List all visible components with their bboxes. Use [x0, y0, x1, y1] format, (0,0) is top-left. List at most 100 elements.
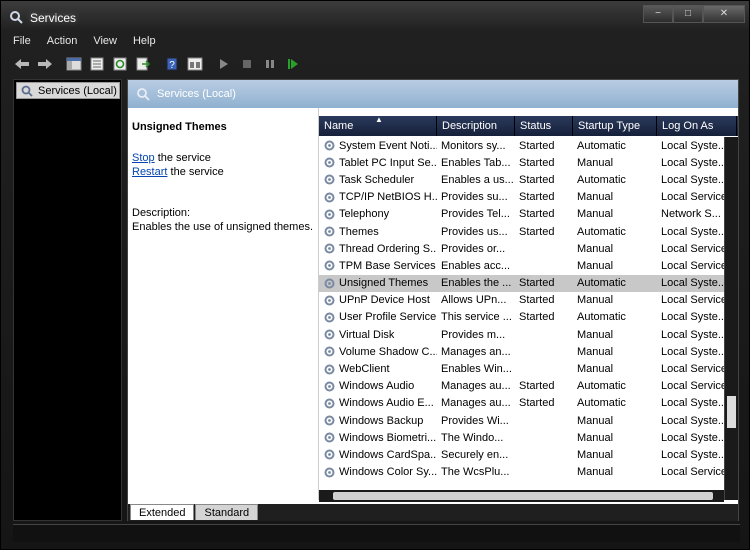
- service-row[interactable]: Unsigned Themes Enables the ... Started Aut…: [319, 274, 724, 292]
- description-text: Enables the use of unsigned themes.: [132, 221, 314, 233]
- service-description: The WcsPlu...: [441, 466, 510, 479]
- service-name-cell: UPnP Device Host: [319, 294, 437, 307]
- service-log-on-as: Local Syste...: [661, 277, 724, 290]
- service-row[interactable]: Windows Audio Manages au... Started Automat…: [319, 378, 724, 395]
- properties-icon[interactable]: [88, 56, 106, 72]
- restart-icon[interactable]: [284, 56, 302, 72]
- service-name-cell: Themes: [319, 225, 437, 238]
- service-name-cell: Tablet PC Input Se...: [319, 156, 437, 169]
- pause-icon[interactable]: [261, 56, 279, 72]
- service-gear-icon: [324, 432, 335, 443]
- close-button[interactable]: ✕: [703, 5, 745, 23]
- service-log-on-as: Local Service: [661, 294, 724, 307]
- service-status: Started: [519, 225, 555, 238]
- service-gear-icon: [324, 415, 335, 426]
- service-log-on-as: Local Service: [661, 191, 724, 204]
- service-row[interactable]: Windows Biometri... The Windo... Manual Loc…: [319, 429, 724, 446]
- forward-icon[interactable]: [36, 56, 54, 72]
- service-row[interactable]: Task Scheduler Enables a us... Started Auto…: [319, 171, 724, 188]
- column-header-name[interactable]: ▲ Name: [319, 116, 437, 136]
- service-description: Provides Wi...: [441, 414, 509, 427]
- service-name: UPnP Device Host: [339, 294, 430, 307]
- service-row[interactable]: Windows Color Sy... The WcsPlu... Manual Lo…: [319, 464, 724, 481]
- service-row[interactable]: Thread Ordering S... Provides or... Manual…: [319, 240, 724, 257]
- start-icon[interactable]: [215, 56, 233, 72]
- service-status: Started: [519, 139, 555, 152]
- service-row[interactable]: Themes Provides us... Started Automatic Loca…: [319, 223, 724, 240]
- service-description: Provides su...: [441, 191, 508, 204]
- service-row[interactable]: Virtual Disk Provides m... Manual Local Sys…: [319, 326, 724, 343]
- service-name: Task Scheduler: [339, 173, 415, 186]
- horizontal-scroll-thumb[interactable]: [333, 492, 713, 500]
- stop-service-link[interactable]: Stop: [132, 152, 155, 164]
- service-log-on-as: Local Service: [661, 380, 724, 393]
- column-header-startup-type[interactable]: Startup Type: [573, 116, 657, 136]
- help-icon[interactable]: ?: [163, 56, 181, 72]
- service-description: The Windo...: [441, 431, 504, 444]
- tab-extended[interactable]: Extended: [130, 504, 195, 520]
- menu-file[interactable]: File: [13, 35, 31, 51]
- panel-header: Services (Local): [128, 80, 738, 108]
- service-name-cell: Windows Audio: [319, 380, 437, 393]
- service-description: Enables Tab...: [441, 156, 511, 169]
- title-bar[interactable]: Services − □ ✕: [1, 1, 750, 33]
- service-row[interactable]: UPnP Device Host Allows UPn... Started Manu…: [319, 292, 724, 309]
- service-log-on-as: Local Syste...: [661, 139, 724, 152]
- service-description: Provides Tel...: [441, 208, 510, 221]
- service-name: Unsigned Themes: [339, 277, 429, 290]
- tab-standard[interactable]: Standard: [195, 504, 259, 520]
- export-icon[interactable]: [134, 56, 152, 72]
- service-gear-icon: [324, 346, 335, 357]
- service-row[interactable]: Telephony Provides Tel... Started Manual Net…: [319, 206, 724, 223]
- service-description: This service ...: [441, 311, 512, 324]
- service-startup-type: Manual: [577, 363, 614, 376]
- service-row[interactable]: TPM Base Services Enables acc... Manual Loc…: [319, 257, 724, 274]
- minimize-button[interactable]: −: [643, 5, 673, 23]
- stop-line: Stop the service: [132, 151, 314, 165]
- service-row[interactable]: Windows Backup Provides Wi... Manual Local …: [319, 412, 724, 429]
- service-log-on-as: Local Syste...: [661, 173, 724, 186]
- service-row[interactable]: System Event Noti... Monitors sy... Starte…: [319, 137, 724, 154]
- service-startup-type: Manual: [577, 414, 614, 427]
- service-name: Windows Backup: [339, 414, 424, 427]
- vertical-scroll-thumb[interactable]: [727, 396, 736, 428]
- maximize-button[interactable]: □: [673, 5, 703, 23]
- vertical-scrollbar[interactable]: [724, 137, 738, 500]
- window-title: Services: [30, 11, 77, 25]
- services-list: ▲ Name Description Status Startup Type Lo…: [318, 108, 738, 502]
- service-startup-type: Manual: [577, 242, 614, 255]
- service-row[interactable]: Windows CardSpa... Securely en... Manual Lo…: [319, 446, 724, 463]
- console-tree-icon[interactable]: [65, 56, 83, 72]
- service-log-on-as: Local Syste...: [661, 345, 724, 358]
- description-pane: Unsigned Themes Stop the service Restart…: [132, 120, 314, 234]
- service-name: User Profile Service: [339, 311, 437, 324]
- menu-action[interactable]: Action: [47, 35, 78, 51]
- service-gear-icon: [324, 192, 335, 203]
- column-header-log-on-as[interactable]: Log On As: [657, 116, 737, 136]
- details-icon[interactable]: [186, 56, 204, 72]
- service-row[interactable]: Tablet PC Input Se... Enables Tab... Start…: [319, 154, 724, 171]
- service-name-cell: Windows CardSpa...: [319, 448, 437, 461]
- restart-service-link[interactable]: Restart: [132, 166, 167, 178]
- column-header-description[interactable]: Description: [437, 116, 515, 136]
- service-row[interactable]: User Profile Service This service ... Star…: [319, 309, 724, 326]
- service-row[interactable]: Volume Shadow C... Manages an... Manual Loc…: [319, 343, 724, 360]
- services-gear-icon: [21, 85, 33, 97]
- sort-ascending-icon: ▲: [375, 115, 383, 124]
- service-name-cell: Telephony: [319, 208, 437, 221]
- menu-help[interactable]: Help: [133, 35, 156, 51]
- horizontal-scrollbar[interactable]: [319, 490, 724, 502]
- tree-item-services-local[interactable]: Services (Local): [16, 82, 120, 99]
- service-row[interactable]: Windows Audio E... Manages au... Started Au…: [319, 395, 724, 412]
- service-log-on-as: Local Syste...: [661, 414, 724, 427]
- service-startup-type: Automatic: [577, 397, 626, 410]
- service-row[interactable]: WebClient Enables Win... Manual Local Servi…: [319, 360, 724, 377]
- column-header-status[interactable]: Status: [515, 116, 573, 136]
- service-gear-icon: [324, 260, 335, 271]
- service-description: Enables the ...: [441, 277, 512, 290]
- back-icon[interactable]: [13, 56, 31, 72]
- refresh-icon[interactable]: [111, 56, 129, 72]
- stop-icon[interactable]: [238, 56, 256, 72]
- service-row[interactable]: TCP/IP NetBIOS H... Provides su... Started…: [319, 189, 724, 206]
- menu-view[interactable]: View: [93, 35, 117, 51]
